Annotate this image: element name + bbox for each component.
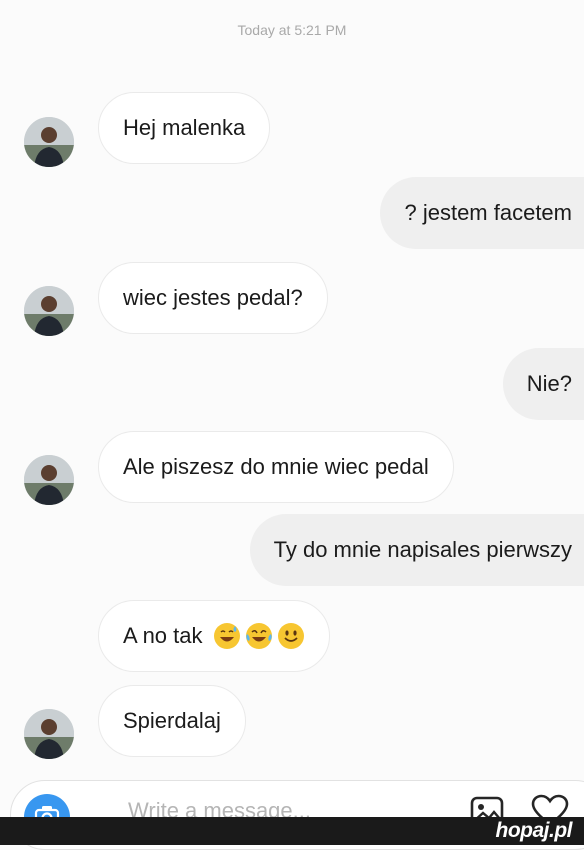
message-text: Nie? — [526, 371, 572, 396]
avatar-photo-icon — [24, 117, 74, 167]
avatar-photo-icon — [24, 709, 74, 759]
tears-of-joy-emoji — [245, 623, 272, 649]
message-text: Hej malenka — [123, 115, 246, 140]
sender-avatar[interactable] — [24, 286, 74, 336]
message-text: wiec jestes pedal? — [123, 285, 303, 310]
message-timestamp: Today at 5:21 PM — [237, 22, 347, 38]
message-bubble-incoming[interactable]: Spierdalaj — [98, 685, 246, 757]
avatar-photo-icon — [24, 286, 74, 336]
message-bubble-incoming[interactable]: Ale piszesz do mnie wiec pedal — [98, 431, 454, 503]
message-text: ? jestem facetem — [404, 200, 572, 225]
watermark-bar: hopaj.pl — [0, 817, 584, 845]
message-bubble-incoming[interactable]: Hej malenka — [98, 92, 271, 164]
message-bubble-incoming[interactable]: wiec jestes pedal? — [98, 262, 328, 334]
sender-avatar[interactable] — [24, 117, 74, 167]
message-text: Ty do mnie napisales pierwszy — [273, 537, 572, 562]
message-text: Ale piszesz do mnie wiec pedal — [123, 454, 429, 479]
message-text: A no tak — [123, 623, 203, 648]
avatar-photo-icon — [24, 455, 74, 505]
grinning-sweat-emoji — [213, 623, 240, 649]
sender-avatar[interactable] — [24, 455, 74, 505]
message-bubble-outgoing[interactable]: ? jestem facetem — [380, 177, 584, 249]
site-watermark: hopaj.pl — [495, 819, 573, 842]
sender-avatar[interactable] — [24, 709, 74, 759]
message-text: Spierdalaj — [123, 708, 221, 733]
message-bubble-incoming[interactable]: A no tak — [98, 600, 330, 672]
message-bubble-outgoing[interactable]: Ty do mnie napisales pierwszy — [249, 514, 584, 586]
smiling-emoji — [277, 623, 304, 649]
message-bubble-outgoing[interactable]: Nie? — [502, 348, 584, 420]
